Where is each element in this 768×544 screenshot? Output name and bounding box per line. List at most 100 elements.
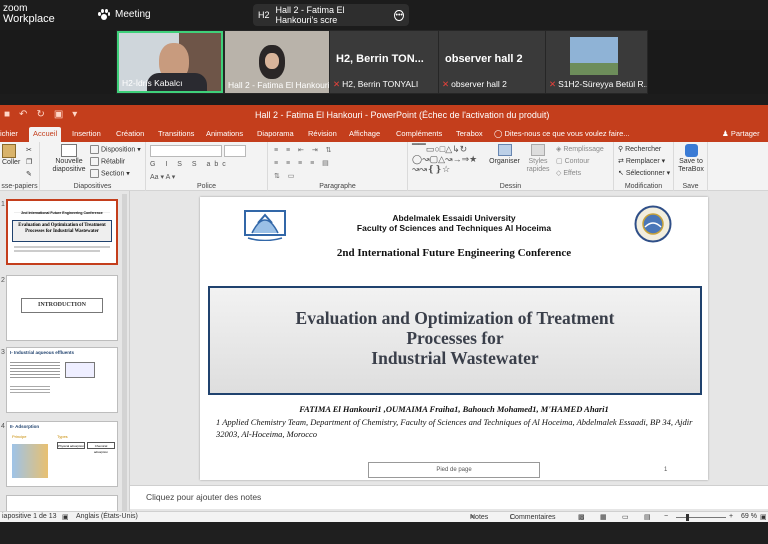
meeting-button[interactable]: Meeting	[98, 9, 151, 20]
slide-thumbnail[interactable]: I- Industrial aqueous effluents	[6, 347, 118, 413]
tab-animations[interactable]: Animations	[206, 129, 243, 138]
zoom-level[interactable]: 69 %	[741, 513, 757, 520]
title-box[interactable]: Evaluation and Optimization of Treatment…	[208, 286, 702, 395]
tab-terabox[interactable]: Terabox	[456, 129, 483, 138]
affiliation: 1 Applied Chemistry Team, Department of …	[216, 417, 693, 439]
reading-view-icon[interactable]: ▭	[622, 513, 629, 521]
redo-icon[interactable]: ↻	[36, 109, 44, 120]
tab-fichier[interactable]: ichier	[0, 129, 18, 138]
select-button[interactable]: ↖ Sélectionner ▾	[618, 169, 670, 177]
section-dropdown[interactable]: Section ▾	[90, 169, 130, 178]
slide-thumbnails-pane: 1 2nd International Future Engineering C…	[0, 191, 130, 523]
copy-icon[interactable]: ❐	[26, 158, 32, 166]
more-options-icon[interactable]: •••	[394, 9, 404, 21]
group-editing: ⚲ Rechercher ⇄ Remplacer ▾ ↖ Sélectionne…	[614, 142, 674, 191]
layout-dropdown[interactable]: Disposition ▾	[90, 145, 141, 154]
group-label: Diapositives	[73, 183, 112, 190]
format-painter-icon[interactable]: ✎	[26, 170, 32, 178]
zoom-top-bar: zoom Workplace Meeting H2 Hall 2 - Fatim…	[0, 0, 768, 30]
clipboard-icon	[2, 144, 16, 158]
slide-number: 3	[1, 349, 5, 356]
participant-tile[interactable]: observer hall 2 ✕ observer hall 2	[439, 31, 545, 93]
participant-tile[interactable]: ✕ S1H2-Süreyya Betül R...	[546, 31, 647, 93]
start-slideshow-icon[interactable]: ▣	[54, 109, 63, 120]
alignment-buttons[interactable]: ≡ ≡ ≡ ≡ ▤	[274, 159, 332, 167]
slide-sorter-icon[interactable]: ▦	[600, 513, 607, 521]
tab-affichage[interactable]: Affichage	[349, 129, 380, 138]
participant-display-name: H2, Berrin TON...	[336, 53, 424, 65]
slide-thumbnail[interactable]: INTRODUCTION	[6, 275, 118, 341]
zoom-out-button[interactable]: −	[664, 513, 668, 520]
proofing-icon[interactable]: ▣	[62, 513, 69, 521]
slide-thumbnail[interactable]: II- Adsorption Principe Types Physical a…	[6, 421, 118, 487]
group-label: Modification	[624, 183, 663, 190]
font-format-buttons[interactable]: G I S S abc	[150, 161, 230, 168]
text-direction-buttons[interactable]: ⇅ ▭	[274, 172, 297, 180]
muted-mic-icon: ✕	[333, 79, 341, 89]
slide[interactable]: Abdelmalek Essaidi University Faculty of…	[200, 197, 708, 480]
font-size-input[interactable]	[224, 145, 246, 157]
save-icon[interactable]: ■	[4, 109, 10, 120]
find-button[interactable]: ⚲ Rechercher	[618, 145, 661, 153]
group-slides: Nouvelle diapositive Disposition ▾ Rétab…	[40, 142, 146, 191]
paste-button[interactable]: Coller	[2, 144, 20, 166]
cut-icon[interactable]: ✂	[26, 146, 32, 154]
status-bar: iapositive 1 de 13 ▣ Anglais (États-Unis…	[0, 511, 768, 522]
ribbon: Coller ✂ ❐ ✎ sse-papiers Nouvelle diapos…	[0, 142, 768, 191]
zoom-slider[interactable]	[676, 517, 726, 518]
shape-fill-dropdown[interactable]: ◈ Remplissage	[556, 145, 604, 153]
zoom-slider-thumb[interactable]	[686, 514, 689, 521]
slide-thumbnail[interactable]: 2nd International Future Engineering Con…	[6, 199, 118, 265]
undo-icon[interactable]: ↶	[19, 109, 27, 120]
arrange-button[interactable]: Organiser	[488, 144, 521, 166]
share-button[interactable]: ♟ Partager	[722, 129, 760, 138]
replace-button[interactable]: ⇄ Remplacer ▾	[618, 157, 665, 165]
thumbnails-scrollbar[interactable]	[122, 194, 127, 519]
notes-pane[interactable]: Cliquez pour ajouter des notes	[130, 485, 768, 509]
new-slide-icon	[61, 144, 77, 157]
quick-access-toolbar: ■ ↶ ↻ ▣ ▾	[4, 109, 77, 120]
tab-complements[interactable]: Compléments	[396, 129, 442, 138]
shapes-gallery[interactable]: ▔▔▭○□△↳↻ ◯↝▢△↝→⇒★ ↝↝❴❵☆	[412, 144, 477, 174]
taskbar	[0, 522, 768, 544]
notes-placeholder: Cliquez pour ajouter des notes	[146, 492, 262, 502]
zoom-in-button[interactable]: +	[729, 513, 733, 520]
slide-canvas: Abdelmalek Essaidi University Faculty of…	[130, 191, 768, 485]
save-to-terabox-button[interactable]: Save to TeraBox	[677, 144, 705, 174]
zoom-logo: zoom Workplace	[3, 3, 55, 25]
participant-tile[interactable]: H2, Berrin TON... ✕ H2, Berrin TONYALI	[330, 31, 438, 93]
group-drawing: ▔▔▭○□△↳↻ ◯↝▢△↝→⇒★ ↝↝❴❵☆ Organiser Styles r…	[408, 142, 614, 191]
replace-icon: ⇄	[618, 158, 626, 165]
group-label: Save	[682, 183, 699, 190]
font-color-buttons[interactable]: Aa ▾ A ▾	[150, 173, 175, 181]
slide-number: 1	[1, 201, 5, 208]
fit-to-window-icon[interactable]: ▣	[760, 513, 767, 521]
tab-creation[interactable]: Création	[116, 129, 144, 138]
list-buttons[interactable]: ≡ ≡ ⇤ ⇥ ⇅	[274, 146, 335, 154]
slide-footer[interactable]: Pied de page	[368, 462, 540, 478]
shape-effects-dropdown[interactable]: ◇ Effets	[556, 169, 581, 177]
tell-me-search[interactable]: ◯ Dites-nous ce que vous voulez faire...	[494, 129, 630, 138]
new-slide-button[interactable]: Nouvelle diapositive	[52, 144, 86, 174]
shape-outline-dropdown[interactable]: ▢ Contour	[556, 157, 589, 165]
tab-transitions[interactable]: Transitions	[158, 129, 194, 138]
tab-insertion[interactable]: Insertion	[72, 129, 101, 138]
group-paragraph: ≡ ≡ ⇤ ⇥ ⇅ ≡ ≡ ≡ ≡ ▤ ⇅ ▭ Paragraphe	[268, 142, 408, 191]
participant-tile[interactable]: H2-İdris Kabalcı	[117, 31, 223, 93]
slideshow-view-icon[interactable]: ▤	[644, 513, 651, 521]
share-badge: H2	[258, 10, 270, 20]
title-bar: ■ ↶ ↻ ▣ ▾ Hall 2 - Fatima El Hankouri - …	[0, 105, 768, 127]
reset-button[interactable]: Rétablir	[90, 157, 125, 166]
normal-view-icon[interactable]: ▩	[578, 513, 585, 521]
tab-accueil[interactable]: Accueil	[29, 127, 62, 142]
language-indicator[interactable]: Anglais (États-Unis)	[76, 513, 138, 520]
tab-revision[interactable]: Révision	[308, 129, 337, 138]
share-title: Hall 2 - Fatima El Hankouri's scre	[275, 5, 345, 25]
tab-diaporama[interactable]: Diaporama	[257, 129, 294, 138]
screen-share-indicator[interactable]: H2 Hall 2 - Fatima El Hankouri's scre ••…	[253, 4, 409, 26]
customize-toolbar-icon[interactable]: ▾	[72, 109, 77, 120]
participant-tile[interactable]: Hall 2 - Fatima El Hankouri	[225, 31, 329, 93]
quick-styles-button[interactable]: Styles rapides	[523, 144, 553, 174]
font-name-input[interactable]	[150, 145, 222, 157]
lightbulb-icon: ◯	[494, 129, 505, 138]
